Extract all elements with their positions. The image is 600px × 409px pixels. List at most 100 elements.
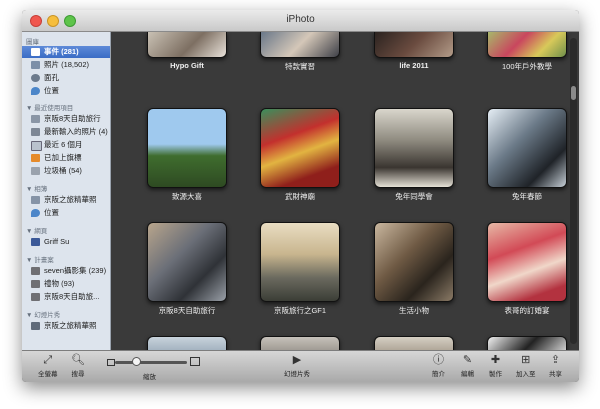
section-heading-albums[interactable]: ▼ 相簿 xyxy=(26,183,47,193)
info-button[interactable]: ⓘ 簡介 xyxy=(432,354,445,378)
sidebar-item-label: Griff Su xyxy=(44,237,70,246)
event-tile[interactable]: 特款實習 xyxy=(260,32,340,72)
event-tile[interactable]: 100年戶外教學 xyxy=(487,32,567,72)
event-title[interactable]: 表哥的訂婚宴 xyxy=(477,305,577,316)
event-thumbnail[interactable] xyxy=(260,32,340,58)
sidebar-item-faces[interactable]: 面孔 xyxy=(22,72,110,84)
sidebar-item-events[interactable]: 事件 (281) xyxy=(22,46,110,58)
event-title[interactable]: life 2011 xyxy=(364,61,464,70)
zoom-slider-knob[interactable] xyxy=(132,357,141,366)
section-heading-recent[interactable]: ▼ 最近使用項目 xyxy=(26,102,73,112)
sidebar-item-project[interactable]: 禮物 (93) xyxy=(22,278,110,290)
event-tile[interactable]: 京阪8天自助旅行 xyxy=(147,222,227,316)
event-tile[interactable]: 生活小物 xyxy=(374,222,454,316)
event-tile[interactable]: 表哥的訂婚宴 xyxy=(487,222,567,316)
flag-icon xyxy=(31,154,40,162)
share-button[interactable]: ⇪ 共享 xyxy=(549,354,562,378)
event-tile[interactable] xyxy=(147,336,227,350)
sidebar-item-photos[interactable]: 照片 (18,502) xyxy=(22,59,110,71)
sidebar-item-project[interactable]: seven攝影集 (239) xyxy=(22,265,110,277)
bottom-toolbar: ⤢ 全螢幕 🔍︎ 搜尋 縮放 ▶ 幻燈片秀 ⓘ 簡介 ✎ 編輯 ✚ 製作 ⊞ 加… xyxy=(22,350,579,382)
sidebar-item-trash[interactable]: 垃圾桶 (54) xyxy=(22,165,110,177)
event-title[interactable]: 兔年春節 xyxy=(477,191,577,202)
photos-icon xyxy=(31,61,40,69)
event-title[interactable]: 京阪8天自助旅行 xyxy=(137,305,237,316)
sidebar-item-project[interactable]: 京阪8天自助旅... xyxy=(22,291,110,303)
iphoto-window: iPhoto 圖庫 事件 (281) 照片 (18,502) 面孔 位置 ▼ 最… xyxy=(22,10,579,382)
slideshow-icon xyxy=(31,322,40,330)
sidebar-item-label: 事件 (281) xyxy=(44,47,79,56)
event-thumbnail[interactable] xyxy=(260,336,340,350)
book-icon xyxy=(31,267,40,275)
event-thumbnail[interactable] xyxy=(147,108,227,188)
event-title[interactable]: 武財神廟 xyxy=(250,191,350,202)
event-thumbnail[interactable] xyxy=(147,336,227,350)
event-title[interactable]: 生活小物 xyxy=(364,305,464,316)
title-bar: iPhoto xyxy=(22,10,579,32)
trash-icon xyxy=(31,167,40,175)
sidebar-item-last-import[interactable]: 最新輸入的照片 (4) xyxy=(22,126,110,138)
section-heading-projects[interactable]: ▼ 計畫案 xyxy=(26,254,54,264)
event-tile[interactable]: 致源大喜 xyxy=(147,108,227,202)
edit-button[interactable]: ✎ 編輯 xyxy=(461,354,474,378)
sidebar-item-slideshow[interactable]: 京阪之旅精華照 xyxy=(22,320,110,332)
zoom-slider[interactable] xyxy=(115,361,187,364)
event-thumbnail[interactable] xyxy=(374,336,454,350)
sidebar-item-album[interactable]: 京阪之旅精華照 xyxy=(22,194,110,206)
event-title[interactable]: 致源大喜 xyxy=(137,191,237,202)
sidebar-item-label: 京阪8天自助旅行 xyxy=(44,114,101,123)
event-title[interactable]: 特款實習 xyxy=(250,61,350,72)
fullscreen-icon: ⤢ xyxy=(43,354,53,366)
event-thumbnail[interactable] xyxy=(260,222,340,302)
event-title[interactable]: Hypo Gift xyxy=(137,61,237,70)
event-tile[interactable]: 武財神廟 xyxy=(260,108,340,202)
event-thumbnail[interactable] xyxy=(260,108,340,188)
event-tile[interactable]: life 2011 xyxy=(374,32,454,70)
sidebar-item-label: 京阪之旅精華照 xyxy=(44,195,97,204)
slideshow-label: 幻燈片秀 xyxy=(284,371,310,378)
event-title[interactable]: 兔年同學會 xyxy=(364,191,464,202)
event-thumbnail[interactable] xyxy=(487,222,567,302)
event-thumbnail[interactable] xyxy=(374,222,454,302)
import-icon xyxy=(31,128,40,136)
section-heading-web[interactable]: ▼ 網頁 xyxy=(26,225,47,235)
section-heading-slideshows[interactable]: ▼ 幻燈片秀 xyxy=(26,309,60,319)
event-tile[interactable]: Hypo Gift xyxy=(147,32,227,70)
event-title[interactable]: 京阪旅行之GF1 xyxy=(250,305,350,316)
sidebar-item-places[interactable]: 位置 xyxy=(22,85,110,97)
create-icon: ✚ xyxy=(490,354,501,366)
add-to-button[interactable]: ⊞ 加入至 xyxy=(516,354,536,378)
sidebar-item-label: 面孔 xyxy=(44,73,59,82)
scrollbar-thumb[interactable] xyxy=(571,86,576,100)
places-icon xyxy=(31,87,40,95)
vertical-scrollbar[interactable] xyxy=(570,38,577,344)
fullscreen-button[interactable]: ⤢ 全螢幕 xyxy=(38,354,58,378)
event-thumbnail[interactable] xyxy=(487,336,567,350)
sidebar-item-facebook[interactable]: Griff Su xyxy=(22,236,110,248)
sidebar-item-album-places[interactable]: 位置 xyxy=(22,207,110,219)
event-thumbnail[interactable] xyxy=(487,32,567,58)
event-thumbnail[interactable] xyxy=(147,32,227,58)
event-tile[interactable]: 兔年同學會 xyxy=(374,108,454,202)
sidebar-item-label: 禮物 (93) xyxy=(44,279,75,288)
event-thumbnail[interactable] xyxy=(147,222,227,302)
event-tile[interactable] xyxy=(487,336,567,350)
sidebar-item-recent-event[interactable]: 京阪8天自助旅行 xyxy=(22,113,110,125)
book-icon xyxy=(31,280,40,288)
event-tile[interactable] xyxy=(260,336,340,350)
search-button[interactable]: 🔍︎ 搜尋 xyxy=(71,354,85,378)
event-tile[interactable]: 京阪旅行之GF1 xyxy=(260,222,340,316)
sidebar-item-flagged[interactable]: 已加上旗標 xyxy=(22,152,110,164)
event-tile[interactable]: 兔年春節 xyxy=(487,108,567,202)
slideshow-button[interactable]: ▶ 幻燈片秀 xyxy=(284,354,310,378)
event-title[interactable]: 100年戶外教學 xyxy=(477,61,577,72)
event-tile[interactable] xyxy=(374,336,454,350)
event-thumbnail[interactable] xyxy=(374,32,454,58)
sidebar-item-last-6-months[interactable]: 最近 6 個月 xyxy=(22,139,110,151)
section-heading-library: 圖庫 xyxy=(26,39,39,46)
facebook-icon xyxy=(31,238,40,246)
create-button[interactable]: ✚ 製作 xyxy=(489,354,502,378)
create-label: 製作 xyxy=(489,371,502,378)
event-thumbnail[interactable] xyxy=(374,108,454,188)
event-thumbnail[interactable] xyxy=(487,108,567,188)
